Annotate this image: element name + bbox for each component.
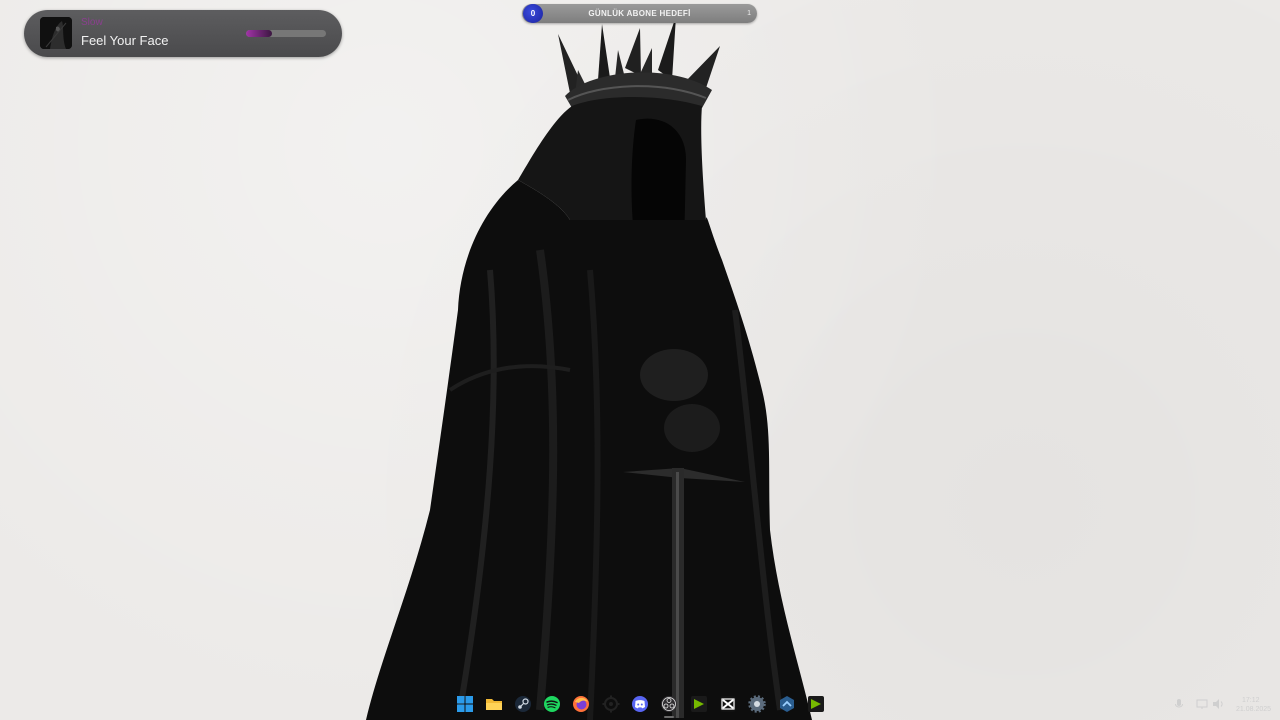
clock-time[interactable]: 17:12 xyxy=(1242,697,1260,704)
capcut-icon[interactable] xyxy=(718,694,738,714)
clock-date[interactable]: 21.08.2025 xyxy=(1236,706,1271,713)
steam-icon[interactable] xyxy=(513,694,533,714)
album-art xyxy=(40,17,72,49)
volume-icon[interactable] xyxy=(1212,698,1224,710)
track-progress-fill xyxy=(246,30,273,37)
steelseries-gg-icon[interactable] xyxy=(601,694,621,714)
subscriber-goal-label: GÜNLÜK ABONE HEDEFİ xyxy=(588,9,691,18)
track-artist: Slow xyxy=(81,17,103,28)
obs-studio-icon[interactable] xyxy=(659,694,679,714)
windows-start-icon[interactable] xyxy=(455,694,475,714)
file-explorer-icon[interactable] xyxy=(484,694,504,714)
active-app-indicator xyxy=(664,716,674,718)
system-tray: 17:12 21.08.2025 xyxy=(1168,696,1276,716)
modrinth-icon[interactable] xyxy=(777,694,797,714)
subscriber-goal-current: 0 xyxy=(523,4,543,23)
firefox-icon[interactable] xyxy=(571,694,591,714)
microphone-icon[interactable] xyxy=(1174,698,1184,710)
now-playing-widget[interactable]: Slow Feel Your Face xyxy=(24,10,342,57)
subscriber-goal-target: 1 xyxy=(747,10,751,17)
nvidia-app-icon-2[interactable] xyxy=(806,694,826,714)
track-progress-bar[interactable] xyxy=(246,30,326,37)
nvidia-app-icon[interactable] xyxy=(689,694,709,714)
track-title: Feel Your Face xyxy=(81,33,169,48)
desktop-wallpaper xyxy=(0,0,1280,720)
taskbar xyxy=(450,692,830,718)
discord-icon[interactable] xyxy=(630,694,650,714)
spotify-icon[interactable] xyxy=(542,694,562,714)
hooded-figure-wallpaper-art xyxy=(366,16,812,720)
subscriber-goal-bar: GÜNLÜK ABONE HEDEFİ 0 1 xyxy=(522,4,757,23)
settings-icon[interactable] xyxy=(747,694,767,714)
network-icon[interactable] xyxy=(1196,698,1208,710)
